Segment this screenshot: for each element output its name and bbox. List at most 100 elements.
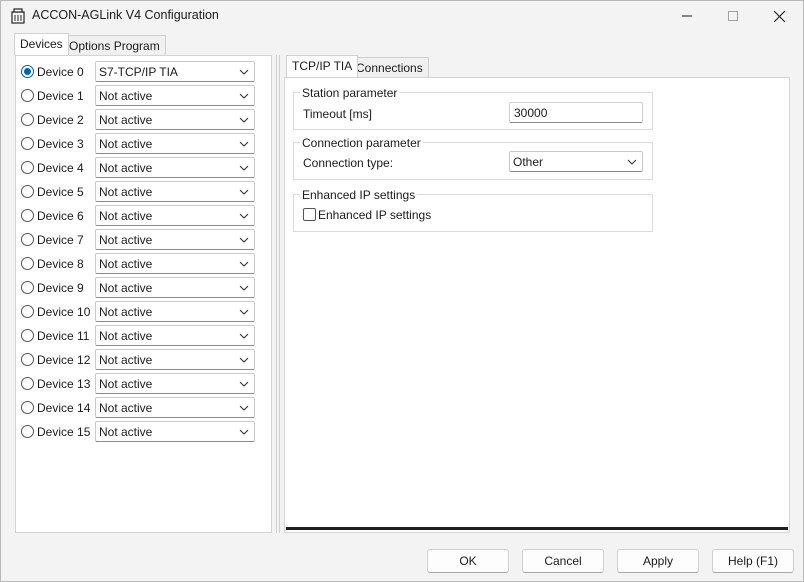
device-13-protocol-value: Not active xyxy=(99,377,153,391)
device-13-label: Device 13 xyxy=(37,377,91,391)
device-0-protocol-value: S7-TCP/IP TIA xyxy=(99,65,178,79)
device-14-protocol-select[interactable]: Not active xyxy=(95,397,255,418)
device-7-radio[interactable] xyxy=(21,233,34,246)
enhanced-ip-title: Enhanced IP settings xyxy=(300,188,418,202)
device-row-15: Device 15 Not active xyxy=(21,421,271,442)
device-row-2: Device 2 Not active xyxy=(21,109,271,130)
close-button[interactable] xyxy=(756,1,802,31)
device-3-protocol-select[interactable]: Not active xyxy=(95,133,255,154)
device-1-protocol-select[interactable]: Not active xyxy=(95,85,255,106)
tcp-ip-tia-page: Station parameter Timeout [ms] 30000 Con… xyxy=(284,77,790,533)
device-6-radio[interactable] xyxy=(21,209,34,222)
device-10-protocol-value: Not active xyxy=(99,305,153,319)
app-icon xyxy=(11,8,25,24)
device-8-radio[interactable] xyxy=(21,257,34,270)
device-10-radio[interactable] xyxy=(21,305,34,318)
device-row-13: Device 13 Not active xyxy=(21,373,271,394)
device-2-label: Device 2 xyxy=(37,113,84,127)
device-row-3: Device 3 Not active xyxy=(21,133,271,154)
maximize-icon xyxy=(728,11,738,21)
device-9-radio[interactable] xyxy=(21,281,34,294)
device-8-protocol-select[interactable]: Not active xyxy=(95,253,255,274)
window-title: ACCON-AGLink V4 Configuration xyxy=(32,8,219,22)
chevron-down-icon xyxy=(239,357,249,363)
device-5-protocol-select[interactable]: Not active xyxy=(95,181,255,202)
device-13-protocol-select[interactable]: Not active xyxy=(95,373,255,394)
device-row-8: Device 8 Not active xyxy=(21,253,271,274)
minimize-icon xyxy=(682,15,692,17)
device-9-protocol-select[interactable]: Not active xyxy=(95,277,255,298)
device-14-radio[interactable] xyxy=(21,401,34,414)
enhanced-ip-checkbox-label[interactable]: Enhanced IP settings xyxy=(318,208,431,222)
station-parameter-group: Station parameter Timeout [ms] 30000 xyxy=(293,86,653,130)
connection-type-select[interactable]: Other xyxy=(509,151,643,172)
chevron-down-icon xyxy=(627,159,637,165)
device-1-radio[interactable] xyxy=(21,89,34,102)
device-row-12: Device 12 Not active xyxy=(21,349,271,370)
device-14-protocol-value: Not active xyxy=(99,401,153,415)
enhanced-ip-group: Enhanced IP settings Enhanced IP setting… xyxy=(293,188,653,232)
title-bar: ACCON-AGLink V4 Configuration xyxy=(1,1,803,31)
device-row-5: Device 5 Not active xyxy=(21,181,271,202)
device-15-protocol-select[interactable]: Not active xyxy=(95,421,255,442)
progress-divider xyxy=(286,527,788,530)
ok-button[interactable]: OK xyxy=(427,549,509,573)
tab-tcp-ip-tia[interactable]: TCP/IP TIA xyxy=(286,55,359,77)
device-2-radio[interactable] xyxy=(21,113,34,126)
configuration-window: ACCON-AGLink V4 Configuration Devices Op… xyxy=(0,0,804,582)
chevron-down-icon xyxy=(239,333,249,339)
device-10-label: Device 10 xyxy=(37,305,91,319)
maximize-button[interactable] xyxy=(710,1,756,31)
apply-button[interactable]: Apply xyxy=(617,549,699,573)
device-row-9: Device 9 Not active xyxy=(21,277,271,298)
chevron-down-icon xyxy=(239,309,249,315)
device-12-label: Device 12 xyxy=(37,353,91,367)
connection-type-value: Other xyxy=(513,155,544,169)
chevron-down-icon xyxy=(239,285,249,291)
device-6-protocol-value: Not active xyxy=(99,209,153,223)
device-row-14: Device 14 Not active xyxy=(21,397,271,418)
device-5-protocol-value: Not active xyxy=(99,185,153,199)
device-3-radio[interactable] xyxy=(21,137,34,150)
device-13-radio[interactable] xyxy=(21,377,34,390)
device-0-protocol-select[interactable]: S7-TCP/IP TIA xyxy=(95,61,255,82)
device-5-radio[interactable] xyxy=(21,185,34,198)
device-row-1: Device 1 Not active xyxy=(21,85,271,106)
tab-options-program[interactable]: Options Program xyxy=(63,35,166,55)
device-0-radio[interactable] xyxy=(21,65,34,78)
timeout-label: Timeout [ms] xyxy=(303,107,372,121)
device-7-protocol-select[interactable]: Not active xyxy=(95,229,255,250)
device-14-label: Device 14 xyxy=(37,401,91,415)
device-0-label: Device 0 xyxy=(37,65,84,79)
device-15-label: Device 15 xyxy=(37,425,91,439)
device-row-4: Device 4 Not active xyxy=(21,157,271,178)
chevron-down-icon xyxy=(239,117,249,123)
chevron-down-icon xyxy=(239,237,249,243)
tab-devices[interactable]: Devices xyxy=(14,33,69,55)
timeout-input[interactable]: 30000 xyxy=(509,102,643,123)
tab-connections[interactable]: Connections xyxy=(350,57,429,77)
device-4-protocol-value: Not active xyxy=(99,161,153,175)
help-button[interactable]: Help (F1) xyxy=(712,549,794,573)
chevron-down-icon xyxy=(239,189,249,195)
close-icon xyxy=(773,10,785,22)
device-settings-panel: TCP/IP TIA Connections Station parameter… xyxy=(284,55,792,533)
device-11-radio[interactable] xyxy=(21,329,34,342)
device-12-radio[interactable] xyxy=(21,353,34,366)
device-2-protocol-select[interactable]: Not active xyxy=(95,109,255,130)
device-6-protocol-select[interactable]: Not active xyxy=(95,205,255,226)
minimize-button[interactable] xyxy=(664,1,710,31)
enhanced-ip-checkbox[interactable] xyxy=(303,208,316,221)
device-12-protocol-select[interactable]: Not active xyxy=(95,349,255,370)
cancel-button[interactable]: Cancel xyxy=(522,549,604,573)
device-4-label: Device 4 xyxy=(37,161,84,175)
device-4-radio[interactable] xyxy=(21,161,34,174)
device-15-radio[interactable] xyxy=(21,425,34,438)
panel-splitter[interactable] xyxy=(276,55,280,533)
device-4-protocol-select[interactable]: Not active xyxy=(95,157,255,178)
device-row-11: Device 11 Not active xyxy=(21,325,271,346)
device-9-protocol-value: Not active xyxy=(99,281,153,295)
device-11-protocol-select[interactable]: Not active xyxy=(95,325,255,346)
device-10-protocol-select[interactable]: Not active xyxy=(95,301,255,322)
device-8-label: Device 8 xyxy=(37,257,84,271)
